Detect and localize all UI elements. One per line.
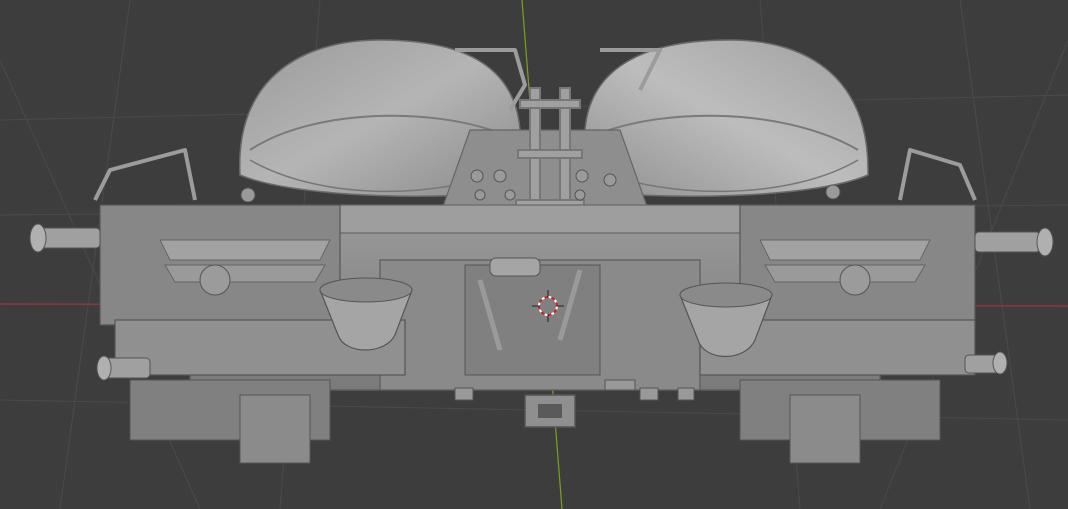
tank-wagon-bogie-model[interactable] bbox=[29, 39, 1054, 464]
3d-viewport[interactable] bbox=[0, 0, 1068, 509]
viewport-canvas[interactable] bbox=[0, 0, 1068, 509]
